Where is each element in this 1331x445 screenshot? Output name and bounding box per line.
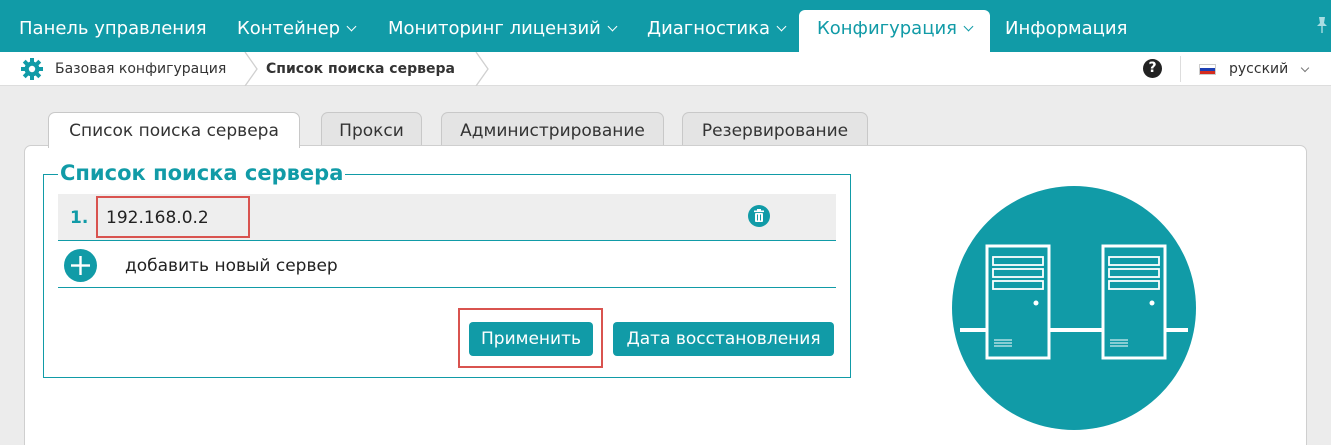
help-icon[interactable]: ?	[1143, 59, 1162, 78]
language-selector[interactable]: русский	[1229, 52, 1288, 86]
tab-server-search-list[interactable]: Список поиска сервера	[48, 112, 300, 148]
top-nav: Панель управления Контейнер Мониторинг л…	[0, 0, 1331, 52]
tab-backup[interactable]: Резервирование	[682, 112, 868, 146]
flag-icon	[1199, 64, 1216, 75]
tab-proxy[interactable]: Прокси	[321, 112, 422, 146]
chevron-down-icon	[963, 21, 974, 32]
nav-item-configuration[interactable]: Конфигурация	[799, 10, 990, 52]
nav-item-diagnostics[interactable]: Диагностика	[647, 0, 787, 52]
breadcrumb-separator	[243, 51, 261, 87]
server-network-illustration	[952, 186, 1196, 430]
breadcrumb-item-current: Список поиска сервера	[266, 61, 455, 77]
breadcrumb-item-base-config[interactable]: Базовая конфигурация	[55, 52, 226, 86]
row-number: 1.	[70, 208, 89, 228]
highlight-box	[96, 196, 250, 238]
breadcrumb: Базовая конфигурация Список поиска серве…	[0, 51, 1331, 87]
gear-icon	[20, 57, 44, 81]
chevron-down-icon	[776, 21, 787, 32]
pin-icon[interactable]	[1315, 16, 1331, 34]
tab-administration[interactable]: Администрирование	[441, 112, 664, 146]
chevron-down-icon	[346, 21, 357, 32]
group-legend: Список поиска сервера	[58, 161, 346, 185]
restore-date-button[interactable]: Дата восстановления	[613, 322, 834, 356]
breadcrumb-separator	[474, 51, 492, 87]
plus-icon[interactable]	[64, 249, 97, 282]
nav-item-dashboard[interactable]: Панель управления	[19, 0, 207, 52]
chevron-down-icon[interactable]	[1300, 63, 1310, 73]
nav-item-information[interactable]: Информация	[1005, 0, 1127, 52]
chevron-down-icon	[607, 21, 618, 32]
divider	[1180, 56, 1181, 82]
add-server-link[interactable]: добавить новый сервер	[125, 256, 338, 276]
nav-item-license-monitoring[interactable]: Мониторинг лицензий	[388, 0, 618, 52]
nav-item-container[interactable]: Контейнер	[237, 0, 357, 52]
trash-icon[interactable]	[748, 205, 770, 227]
highlight-box	[458, 308, 603, 368]
